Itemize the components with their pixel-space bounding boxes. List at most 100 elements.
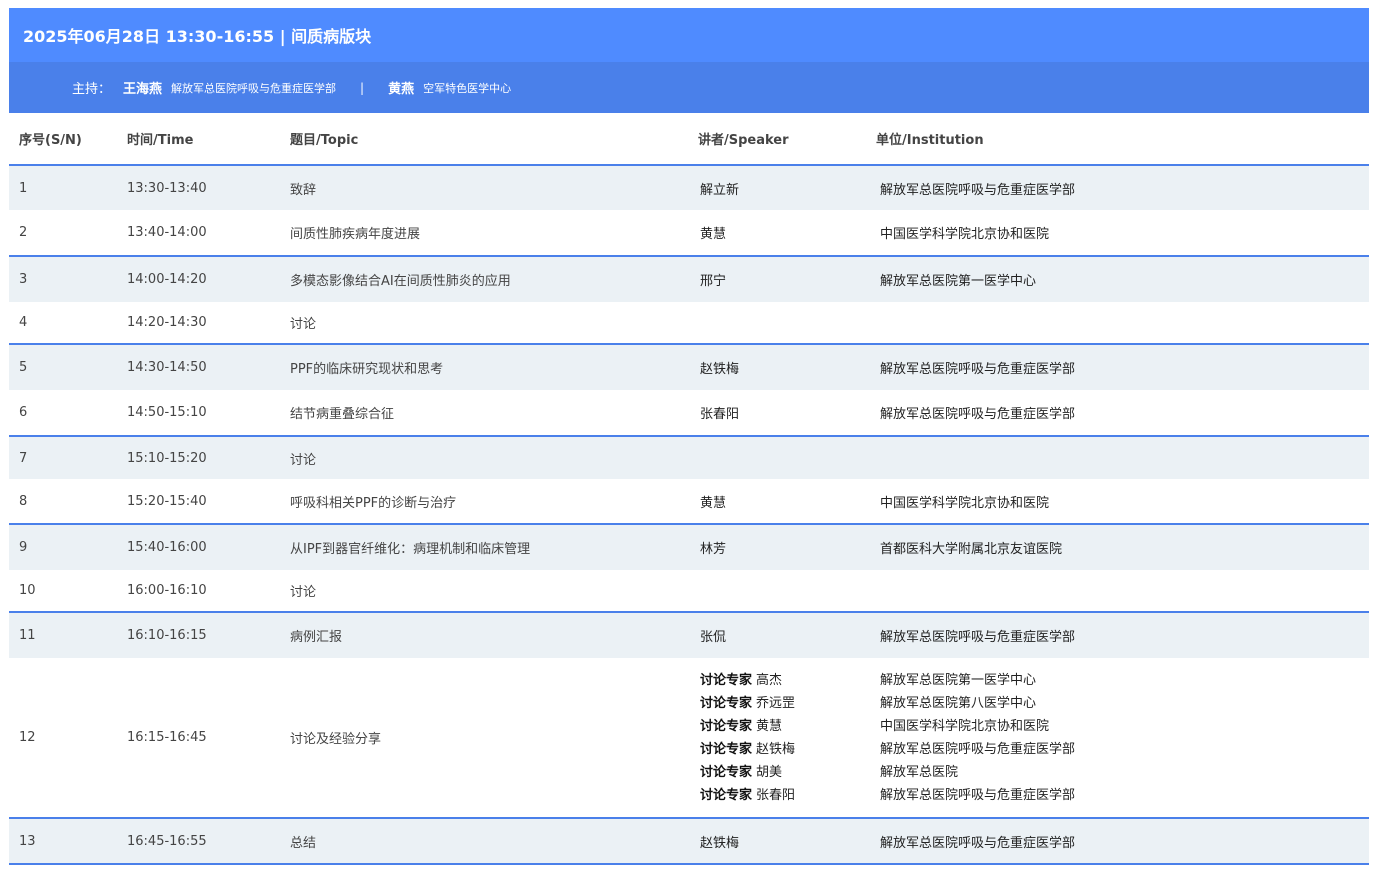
expert-role: 讨论专家 bbox=[700, 787, 753, 803]
agenda-table: 序号(S/N) 时间/Time 题目/Topic 讲者/Speaker 单位/I… bbox=[9, 113, 1369, 865]
table-body: 1 13:30-13:40 致辞 解立新 解放军总医院呼吸与危重症医学部 2 1… bbox=[9, 164, 1369, 865]
cell-topic: 呼吸科相关PPF的诊断与治疗 bbox=[290, 495, 457, 511]
cell-time: 16:10-16:15 bbox=[117, 611, 280, 658]
cell-institution: 解放军总医院呼吸与危重症医学部 bbox=[880, 407, 1076, 422]
cell-institution: 解放军总医院呼吸与危重症医学部 bbox=[866, 164, 1369, 210]
cell-institution: 解放军总医院呼吸与危重症医学部 bbox=[866, 611, 1369, 658]
cell-sn: 1 bbox=[9, 164, 117, 210]
header-speaker: 讲者/Speaker bbox=[698, 133, 789, 148]
header-institution: 单位/Institution bbox=[876, 133, 984, 148]
expert-name: 乔远罡 bbox=[756, 695, 796, 711]
cell-sn: 11 bbox=[9, 611, 117, 658]
expert-name: 赵铁梅 bbox=[756, 741, 796, 757]
host-institution-2: 空军特色医学中心 bbox=[423, 81, 512, 95]
cell-time: 16:00-16:10 bbox=[127, 583, 207, 598]
cell-sn: 12 bbox=[19, 730, 36, 745]
panel-expert: 讨论专家 黄慧 bbox=[700, 715, 866, 738]
cell-time: 13:40-14:00 bbox=[127, 225, 207, 240]
cell-topic: 从IPF到器官纤维化：病理机制和临床管理 bbox=[280, 523, 688, 570]
expert-name: 高杰 bbox=[756, 672, 783, 688]
cell-sn: 8 bbox=[19, 493, 28, 509]
expert-name: 胡美 bbox=[756, 764, 783, 780]
expert-role: 讨论专家 bbox=[700, 741, 753, 757]
cell-topic: 间质性肺疾病年度进展 bbox=[290, 227, 421, 242]
cell-institution: 解放军总医院呼吸与危重症医学部 bbox=[866, 817, 1369, 865]
table-row: 12 16:15-16:45 讨论及经验分享 讨论专家 高杰 讨论专家 乔远罡 讨论… bbox=[9, 658, 1369, 818]
expert-institution: 解放军总医院第八医学中心 bbox=[880, 695, 1037, 711]
cell-sn: 3 bbox=[9, 255, 117, 302]
panel-expert: 讨论专家 高杰 bbox=[700, 669, 866, 692]
host-label: 主持： bbox=[72, 82, 112, 97]
cell-topic: 结节病重叠综合征 bbox=[290, 407, 395, 422]
header-topic: 题目/Topic bbox=[290, 133, 359, 148]
expert-name: 张春阳 bbox=[756, 787, 796, 803]
cell-time: 16:45-16:55 bbox=[117, 817, 280, 865]
session-title: 2025年06月28日 13:30-16:55 | 间质病版块 bbox=[9, 8, 1369, 62]
cell-topic: 多模态影像结合AI在间质性肺炎的应用 bbox=[280, 255, 688, 302]
expert-institution: 解放军总医院呼吸与危重症医学部 bbox=[880, 741, 1076, 757]
cell-institution: 中国医学科学院北京协和医院 bbox=[880, 227, 1050, 242]
cell-speaker: 黄慧 bbox=[700, 227, 727, 242]
table-header-row: 序号(S/N) 时间/Time 题目/Topic 讲者/Speaker 单位/I… bbox=[9, 113, 1369, 165]
cell-time: 14:20-14:30 bbox=[127, 315, 207, 330]
host-name-1: 王海燕 bbox=[123, 82, 163, 97]
cell-sn: 4 bbox=[19, 315, 28, 330]
expert-role: 讨论专家 bbox=[700, 764, 753, 780]
cell-time: 14:30-14:50 bbox=[117, 343, 280, 390]
cell-speaker: 黄慧 bbox=[700, 495, 727, 511]
panel-expert: 讨论专家 胡美 bbox=[700, 761, 866, 784]
agenda-section: 2025年06月28日 13:30-16:55 | 间质病版块 主持： 王海燕 … bbox=[9, 8, 1369, 865]
expert-role: 讨论专家 bbox=[700, 718, 753, 734]
cell-speaker: 邢宁 bbox=[688, 255, 866, 302]
panel-expert: 讨论专家 赵铁梅 bbox=[700, 738, 866, 761]
cell-speaker: 林芳 bbox=[688, 523, 866, 570]
cell-sn: 9 bbox=[9, 523, 117, 570]
table-row: 10 16:00-16:10 讨论 bbox=[9, 570, 1369, 612]
cell-time: 13:30-13:40 bbox=[117, 164, 280, 210]
cell-speaker bbox=[688, 435, 866, 479]
table-row: 4 14:20-14:30 讨论 bbox=[9, 302, 1369, 344]
host-separator: | bbox=[360, 80, 365, 95]
cell-topic: 讨论 bbox=[290, 317, 317, 332]
cell-speaker bbox=[688, 570, 866, 612]
cell-sn: 6 bbox=[19, 405, 28, 420]
cell-time: 16:15-16:45 bbox=[127, 730, 207, 745]
cell-topic: 讨论及经验分享 bbox=[290, 732, 382, 747]
cell-speaker bbox=[688, 302, 866, 344]
expert-role: 讨论专家 bbox=[700, 695, 753, 711]
cell-institution: 解放军总医院第一医学中心 bbox=[866, 255, 1369, 302]
cell-sn: 2 bbox=[19, 225, 28, 240]
cell-sn: 5 bbox=[9, 343, 117, 390]
cell-sn: 7 bbox=[9, 435, 117, 479]
cell-speaker: 张春阳 bbox=[700, 407, 740, 422]
cell-sn: 13 bbox=[9, 817, 117, 865]
table-row: 6 14:50-15:10 结节病重叠综合征 张春阳 解放军总医院呼吸与危重症医… bbox=[9, 390, 1369, 436]
host-name-2: 黄燕 bbox=[388, 82, 415, 97]
table-row: 11 16:10-16:15 病例汇报 张侃 解放军总医院呼吸与危重症医学部 bbox=[9, 611, 1369, 658]
cell-institution: 中国医学科学院北京协和医院 bbox=[880, 495, 1050, 511]
table-row: 13 16:45-16:55 总结 赵铁梅 解放军总医院呼吸与危重症医学部 bbox=[9, 817, 1369, 865]
cell-speaker: 赵铁梅 bbox=[688, 343, 866, 390]
cell-speaker: 赵铁梅 bbox=[688, 817, 866, 865]
expert-institution: 中国医学科学院北京协和医院 bbox=[880, 718, 1050, 734]
table-row: 2 13:40-14:00 间质性肺疾病年度进展 黄慧 中国医学科学院北京协和医… bbox=[9, 210, 1369, 256]
expert-institution: 解放军总医院呼吸与危重症医学部 bbox=[880, 787, 1076, 803]
header-sn: 序号(S/N) bbox=[19, 133, 82, 148]
panel-experts-cell: 讨论专家 高杰 讨论专家 乔远罡 讨论专家 黄慧 讨论专家 赵铁梅 讨论专家 胡美 讨论专… bbox=[688, 658, 866, 818]
cell-speaker: 张侃 bbox=[688, 611, 866, 658]
cell-institution bbox=[866, 435, 1369, 479]
cell-topic: 总结 bbox=[280, 817, 688, 865]
table-row: 5 14:30-14:50 PPF的临床研究现状和思考 赵铁梅 解放军总医院呼吸… bbox=[9, 343, 1369, 390]
expert-institution: 解放军总医院 bbox=[880, 764, 959, 780]
cell-institution bbox=[866, 570, 1369, 612]
expert-role: 讨论专家 bbox=[700, 672, 753, 688]
host-bar: 主持： 王海燕 解放军总医院呼吸与危重症医学部 | 黄燕 空军特色医学中心 bbox=[9, 62, 1369, 113]
cell-topic: 讨论 bbox=[280, 435, 688, 479]
cell-time: 15:20-15:40 bbox=[127, 493, 207, 509]
cell-speaker: 解立新 bbox=[688, 164, 866, 210]
table-row: 7 15:10-15:20 讨论 bbox=[9, 435, 1369, 479]
cell-sn: 10 bbox=[19, 583, 36, 598]
cell-time: 15:40-16:00 bbox=[117, 523, 280, 570]
header-time: 时间/Time bbox=[127, 133, 194, 148]
panel-expert: 讨论专家 乔远罡 bbox=[700, 692, 866, 715]
